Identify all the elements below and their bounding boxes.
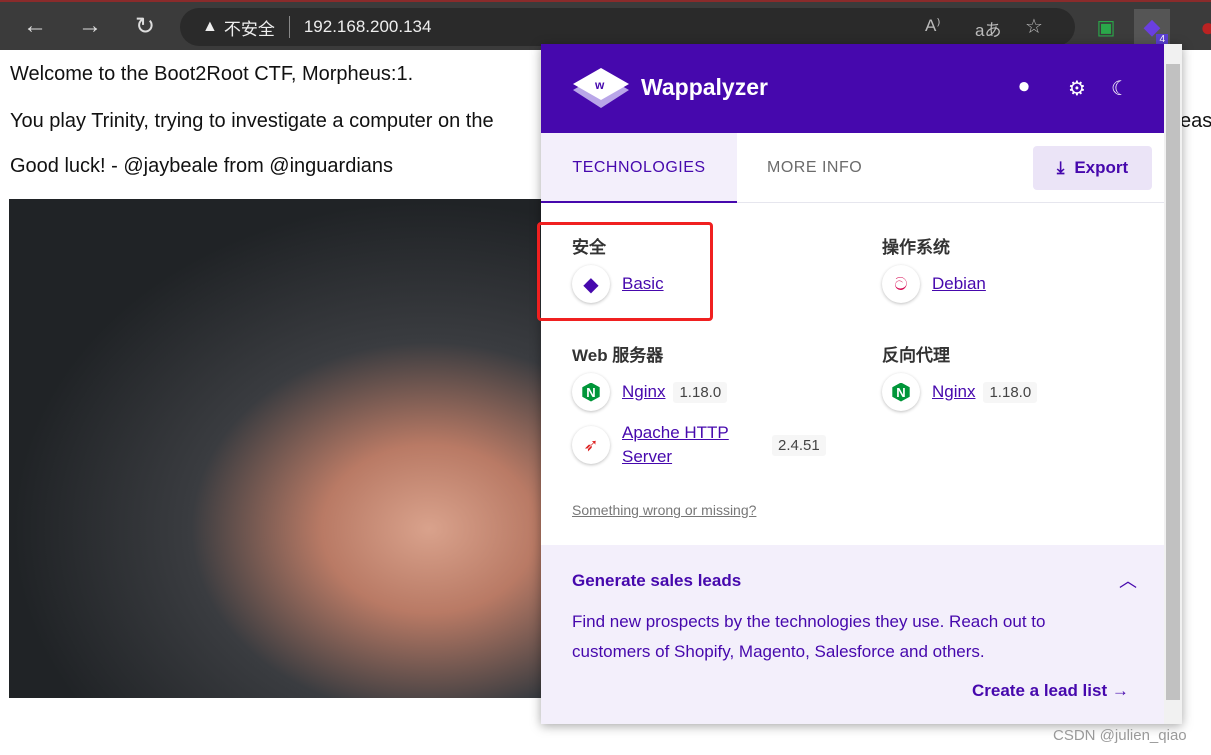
- intro-text-tail: east: [1180, 110, 1211, 132]
- leads-description: Find new prospects by the technologies t…: [572, 612, 1046, 661]
- toggle-icon[interactable]: ⏺: [1019, 76, 1029, 99]
- feedback-link[interactable]: Something wrong or missing?: [572, 502, 756, 518]
- popup-scrollbar[interactable]: [1164, 44, 1182, 724]
- dark-mode-moon-icon[interactable]: ☾: [1111, 76, 1129, 101]
- warning-icon: ▲: [202, 18, 218, 35]
- highlight-annotation: [537, 222, 713, 321]
- download-icon: ⤓: [1056, 158, 1065, 177]
- nginx-icon: N: [572, 373, 610, 411]
- browser-toolbar: ← → ↻ ▲ 不安全 192.168.200.134 A⁾ aあ ☆ ▣ ◆ 4…: [0, 0, 1211, 50]
- forward-icon[interactable]: →: [75, 12, 105, 40]
- wappalyzer-logo-icon: w: [573, 68, 629, 108]
- profile-avatar[interactable]: ●: [1190, 9, 1211, 45]
- nginx-icon: N: [882, 373, 920, 411]
- apache-feather-icon: ➶: [572, 426, 610, 464]
- tech-item-nginx[interactable]: N Nginx 1.18.0: [882, 373, 1038, 411]
- reload-icon[interactable]: ↻: [130, 12, 160, 41]
- export-button[interactable]: ⤓ Export: [1033, 146, 1152, 190]
- category-web-server: Web 服务器: [572, 346, 664, 365]
- category-reverse-proxy: 反向代理: [882, 346, 950, 365]
- favorite-star-icon[interactable]: ☆: [1025, 14, 1043, 39]
- leads-title: Generate sales leads: [572, 571, 742, 590]
- welcome-text: Welcome to the Boot2Root CTF, Morpheus:1…: [10, 63, 414, 85]
- cta-label: Create a lead list: [972, 681, 1108, 700]
- debian-swirl-icon: ට: [882, 265, 920, 303]
- tab-more-info[interactable]: MORE INFO: [767, 133, 862, 203]
- arrow-right-icon: →: [1111, 681, 1129, 700]
- tech-link[interactable]: Nginx: [932, 380, 975, 404]
- translate-icon[interactable]: aあ: [975, 16, 1001, 41]
- tech-item-apache[interactable]: ➶ Apache HTTP Server 2.4.51: [572, 421, 826, 469]
- extension-monitor-icon[interactable]: ▣: [1088, 9, 1124, 45]
- tech-link[interactable]: Nginx: [622, 380, 665, 404]
- export-label: Export: [1074, 158, 1129, 177]
- version-badge: 1.18.0: [673, 381, 728, 403]
- intro-text: You play Trinity, trying to investigate …: [10, 110, 494, 132]
- wappalyzer-popup: w Wappalyzer ⏺ ⚙ ☾ TECHNOLOGIES MORE INF…: [541, 44, 1182, 724]
- trinity-photo: [9, 199, 549, 698]
- svg-text:w: w: [594, 78, 605, 92]
- scrollbar-thumb[interactable]: [1166, 64, 1180, 700]
- read-aloud-icon[interactable]: A⁾: [925, 16, 941, 36]
- settings-gear-icon[interactable]: ⚙: [1068, 76, 1086, 101]
- tech-item-nginx[interactable]: N Nginx 1.18.0: [572, 373, 728, 411]
- sales-leads-panel: Generate sales leads ︿ Find new prospect…: [541, 545, 1182, 724]
- tech-link[interactable]: Apache HTTP Server: [622, 421, 762, 469]
- tech-link[interactable]: Debian: [932, 272, 986, 296]
- brand-name: Wappalyzer: [641, 74, 768, 100]
- version-badge: 2.4.51: [772, 434, 826, 456]
- popup-header: w Wappalyzer ⏺ ⚙ ☾: [541, 44, 1182, 133]
- credits-text: Good luck! - @jaybeale from @inguardians: [10, 155, 394, 177]
- security-label[interactable]: 不安全: [224, 15, 275, 40]
- tech-item-debian[interactable]: ට Debian: [882, 265, 986, 303]
- version-badge: 1.18.0: [983, 381, 1038, 403]
- category-os: 操作系统: [882, 238, 950, 257]
- tab-bar: TECHNOLOGIES MORE INFO ⤓ Export: [541, 133, 1182, 203]
- url-text[interactable]: 192.168.200.134: [304, 17, 432, 37]
- wappalyzer-extension-icon[interactable]: ◆ 4: [1134, 9, 1170, 45]
- address-bar[interactable]: ▲ 不安全 192.168.200.134 A⁾ aあ ☆: [180, 8, 1075, 46]
- divider: [288, 16, 290, 38]
- back-icon[interactable]: ←: [20, 12, 50, 40]
- chevron-up-icon[interactable]: ︿: [1119, 567, 1137, 593]
- watermark: CSDN @julien_qiao: [1053, 727, 1187, 744]
- tab-technologies[interactable]: TECHNOLOGIES: [541, 133, 737, 203]
- create-lead-list-link[interactable]: Create a lead list →: [972, 681, 1129, 701]
